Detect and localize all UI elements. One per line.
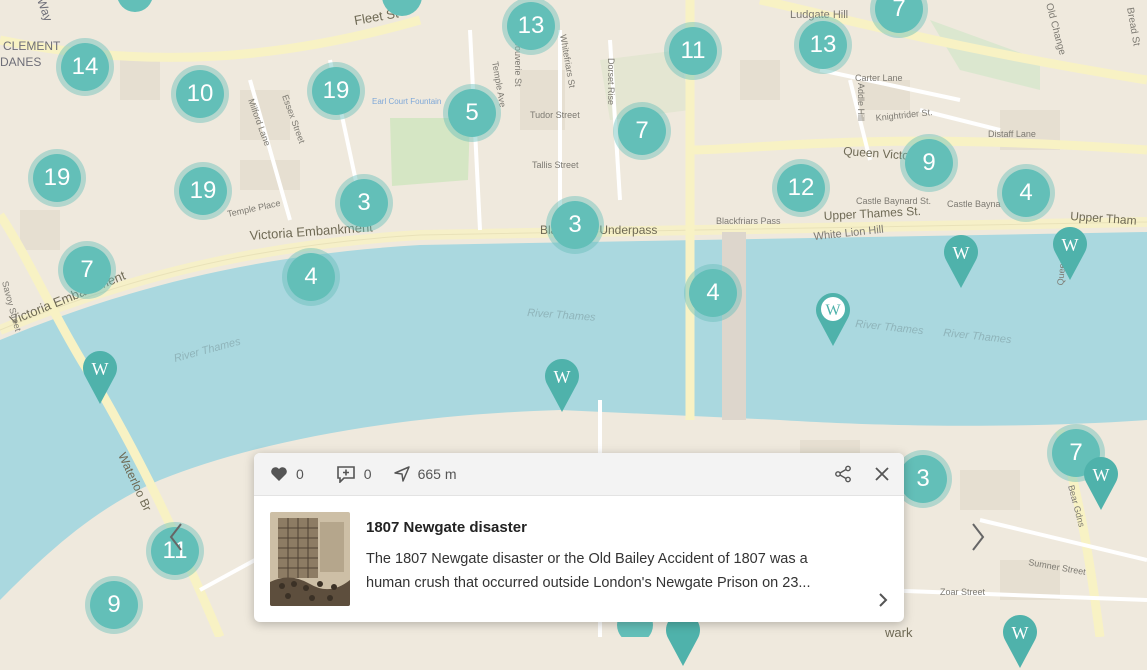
wikipedia-w-icon: W xyxy=(92,359,109,379)
cluster-count: 14 xyxy=(61,43,109,91)
like-button[interactable]: 0 xyxy=(270,466,304,482)
map-cluster[interactable]: 19 xyxy=(174,162,232,220)
place-title[interactable]: 1807 Newgate disaster xyxy=(366,519,527,536)
wikipedia-pin[interactable]: W xyxy=(1001,612,1039,670)
cluster-count: 11 xyxy=(669,27,717,75)
map-cluster[interactable]: 9 xyxy=(900,134,958,192)
close-icon[interactable] xyxy=(874,466,890,482)
share-icon[interactable] xyxy=(834,465,852,483)
label-carter-lane: Carter Lane xyxy=(855,73,903,83)
wikipedia-pin[interactable]: W xyxy=(543,356,581,414)
label-distaff-lane: Distaff Lane xyxy=(988,129,1036,139)
label-castle-baynard-2: Castle Bayna xyxy=(947,199,1001,209)
map-cluster[interactable]: 3 xyxy=(335,174,393,232)
map-cluster[interactable]: 19 xyxy=(28,149,86,207)
map-cluster[interactable]: 13 xyxy=(794,16,852,74)
wikipedia-w-icon: W xyxy=(554,367,571,387)
cluster-count: 13 xyxy=(507,2,555,50)
description-line: The 1807 Newgate disaster or the Old Bai… xyxy=(366,551,808,567)
distance-info: 665 m xyxy=(393,466,457,482)
blackfriars-railway-bridge xyxy=(722,232,746,420)
label-danes: DANES xyxy=(0,55,41,69)
cluster-count: 19 xyxy=(179,167,227,215)
comment-button[interactable]: 0 xyxy=(336,465,372,483)
wikipedia-pin[interactable]: W xyxy=(81,348,119,406)
cluster-count: 19 xyxy=(312,67,360,115)
wikipedia-pin[interactable]: W xyxy=(942,232,980,290)
distance-value: 665 m xyxy=(417,466,457,482)
map-cluster[interactable]: 14 xyxy=(56,38,114,96)
label-tudor-street: Tudor Street xyxy=(530,110,580,120)
place-description: The 1807 Newgate disaster or the Old Bai… xyxy=(366,547,866,595)
place-card[interactable]: 0 0 665 m 1807 Newgate disaster The 1807… xyxy=(254,453,904,622)
label-southwark: wark xyxy=(884,625,913,637)
comment-count: 0 xyxy=(363,466,372,482)
wikipedia-w-icon: W xyxy=(1062,235,1079,255)
heart-icon xyxy=(271,467,287,481)
label-tallis-street: Tallis Street xyxy=(532,160,579,170)
map-cluster[interactable]: 7 xyxy=(58,241,116,299)
cluster-count: 5 xyxy=(448,89,496,137)
cluster-count: 3 xyxy=(340,179,388,227)
cluster-count: 7 xyxy=(618,107,666,155)
map-cluster[interactable]: 5 xyxy=(443,84,501,142)
cluster-count: 19 xyxy=(33,154,81,202)
engraving-image xyxy=(270,512,350,606)
wikipedia-w-icon: W xyxy=(1093,465,1110,485)
map-cluster[interactable]: 4 xyxy=(684,264,742,322)
wikipedia-pin[interactable]: W xyxy=(1051,224,1089,282)
wikipedia-pin[interactable]: W xyxy=(1082,454,1120,512)
map-cluster[interactable]: 3 xyxy=(546,196,604,254)
map-cluster[interactable]: 7 xyxy=(613,102,671,160)
chevron-left-icon xyxy=(169,523,182,551)
card-toolbar: 0 0 665 m xyxy=(254,453,904,496)
wikipedia-w-icon: W xyxy=(825,302,841,319)
chevron-right-icon xyxy=(972,523,985,551)
place-thumbnail[interactable] xyxy=(270,512,350,606)
map-cluster[interactable]: 4 xyxy=(997,164,1055,222)
label-zoar-street: Zoar Street xyxy=(940,587,986,597)
cluster-count: 7 xyxy=(63,246,111,294)
cluster-count: 13 xyxy=(799,21,847,69)
wikipedia-pin-selected[interactable]: W xyxy=(814,290,852,348)
label-clement: CLEMENT xyxy=(3,39,61,53)
label-blackfriars-pass: Blackfriars Pass xyxy=(716,216,781,226)
map-cluster[interactable]: 9 xyxy=(85,576,143,634)
navigation-arrow-icon xyxy=(393,466,410,482)
cluster-count: 10 xyxy=(176,70,224,118)
cluster-count: 9 xyxy=(90,581,138,629)
cluster-count: 4 xyxy=(689,269,737,317)
cluster-count: 3 xyxy=(899,455,947,503)
wikipedia-w-icon: W xyxy=(953,243,970,263)
label-earl-court-fountain: Earl Court Fountain xyxy=(372,97,441,106)
cluster-count: 7 xyxy=(875,0,923,33)
map-cluster[interactable]: 4 xyxy=(282,248,340,306)
label-addle-hill: Addle Hill xyxy=(856,83,866,121)
cluster-count: 3 xyxy=(551,201,599,249)
description-line: human crush that occurred outside London… xyxy=(366,575,811,591)
map-cluster[interactable]: 11 xyxy=(664,22,722,80)
label-dorset-rise: Dorset Rise xyxy=(606,58,616,105)
like-count: 0 xyxy=(296,466,304,482)
map-cluster[interactable]: 10 xyxy=(171,65,229,123)
map-cluster[interactable]: 19 xyxy=(307,62,365,120)
chevron-right-icon[interactable] xyxy=(878,592,888,608)
wikipedia-w-icon: W xyxy=(1012,623,1029,643)
map-cluster[interactable]: 12 xyxy=(772,159,830,217)
comment-add-icon xyxy=(336,466,355,483)
cluster-count: 9 xyxy=(905,139,953,187)
cluster-count: 4 xyxy=(287,253,335,301)
next-arrow[interactable] xyxy=(958,517,998,557)
cluster-count: 4 xyxy=(1002,169,1050,217)
previous-arrow[interactable] xyxy=(156,517,196,557)
label-castle-baynard-st: Castle Baynard St. xyxy=(856,196,931,206)
cluster-count: 12 xyxy=(777,164,825,212)
